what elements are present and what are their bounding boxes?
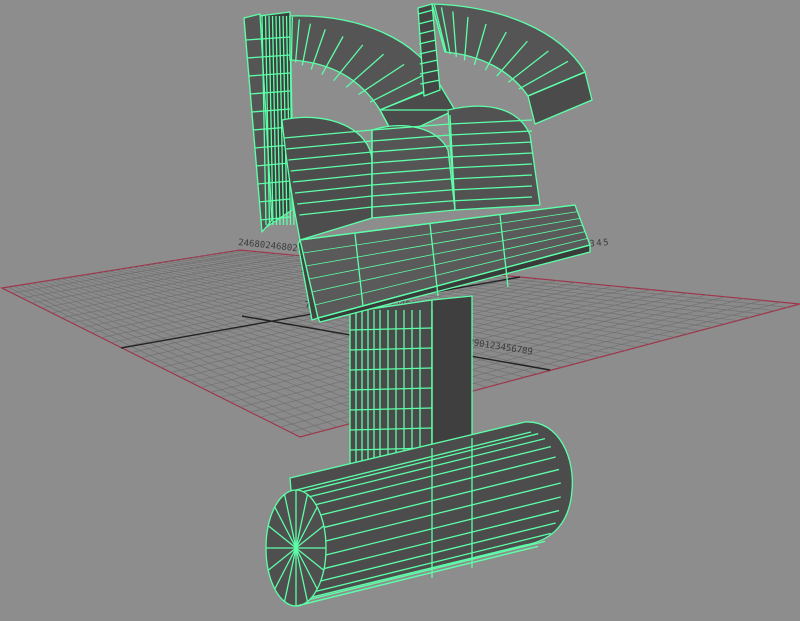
3d-viewport[interactable]: 2468024680246890276543210 12345678901234… — [0, 0, 800, 617]
mesh-cylinder[interactable] — [265, 421, 574, 607]
viewport-canvas[interactable]: 2468024680246890276543210 12345678901234… — [0, 0, 800, 617]
